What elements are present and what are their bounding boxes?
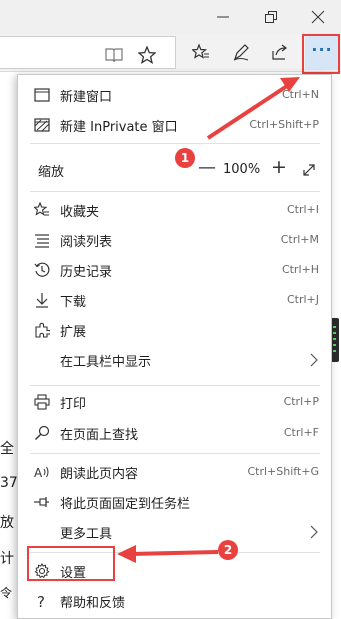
annotation-badge-2: 2 (218, 540, 238, 560)
annotation-arrows (117, 77, 300, 563)
annotation-badge-1: 1 (175, 148, 195, 168)
arrow-to-settings (117, 545, 219, 563)
arrow-to-more-button (206, 77, 300, 140)
